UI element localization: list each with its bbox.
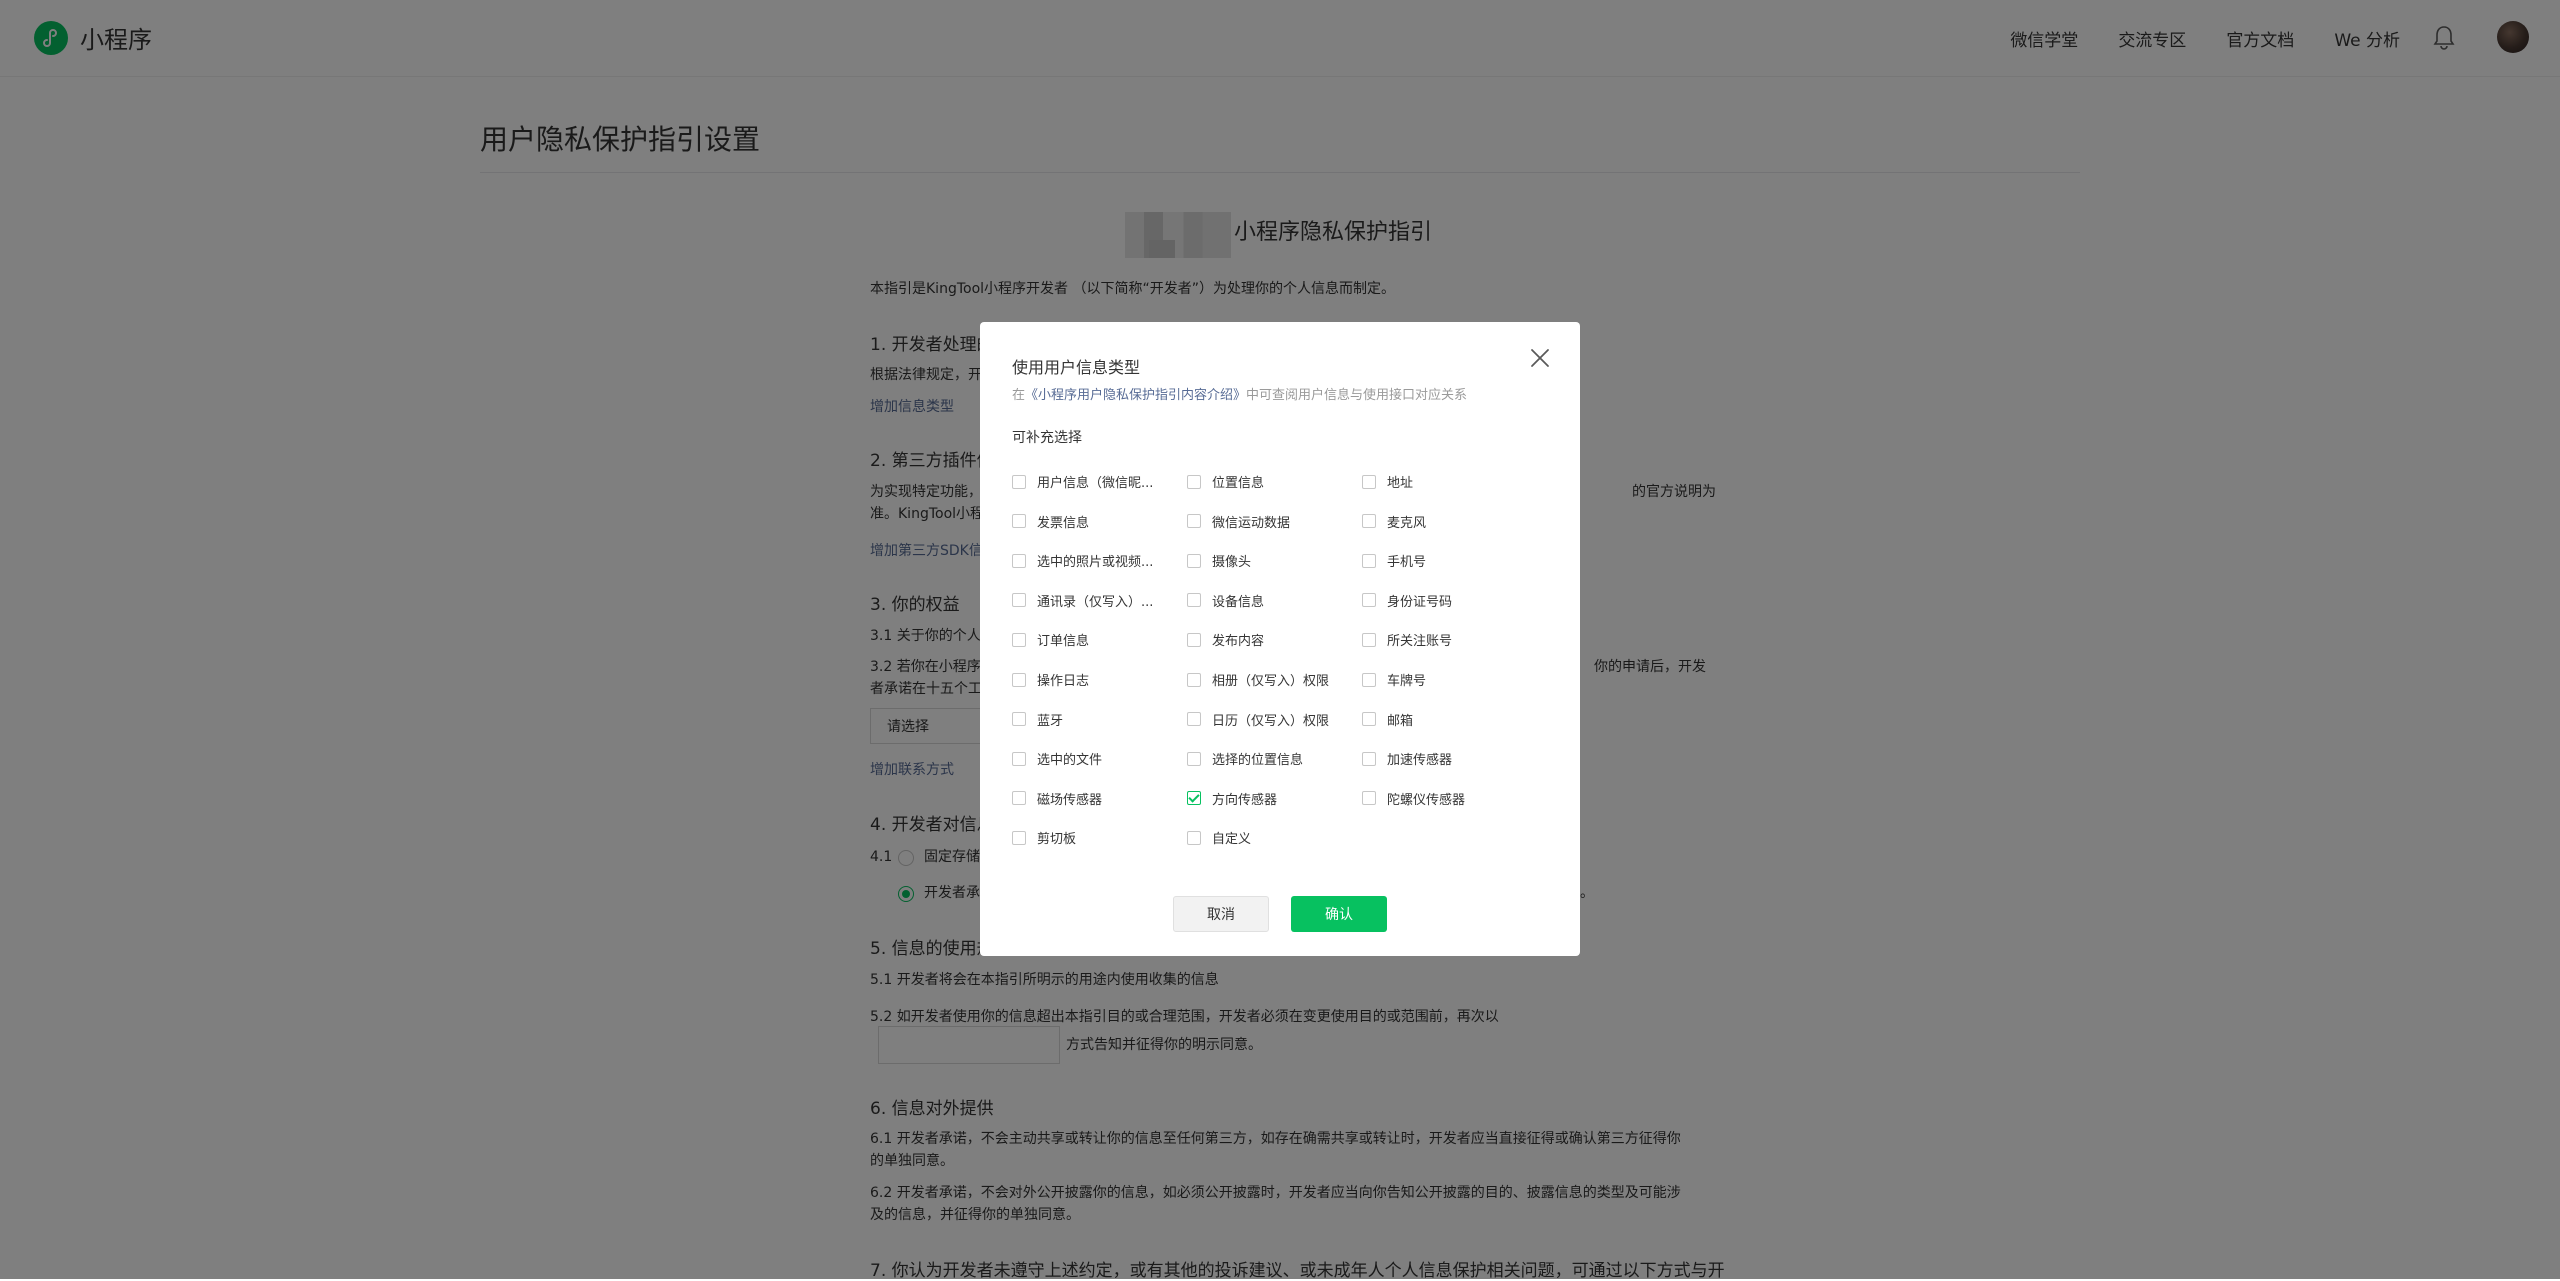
info-type-option[interactable]: 手机号 (1362, 551, 1426, 570)
option-label: 操作日志 (1037, 674, 1090, 689)
info-type-option[interactable]: 发布内容 (1187, 630, 1264, 649)
checkbox[interactable] (1012, 712, 1026, 727)
option-label: 自定义 (1212, 832, 1252, 848)
info-type-option[interactable]: 方向传感器 (1187, 789, 1277, 808)
info-type-option[interactable]: 蓝牙 (1012, 710, 1063, 729)
checkbox[interactable] (1012, 830, 1026, 845)
option-label: 选择的位置信息 (1212, 753, 1304, 769)
info-type-option[interactable]: 通讯录（仅写入）... (1012, 591, 1153, 610)
checkbox[interactable] (1012, 474, 1026, 489)
checkbox[interactable] (1187, 593, 1201, 608)
privacy-guide-intro-link[interactable]: 《小程序用户隐私保护指引内容介绍》 (1025, 388, 1246, 403)
option-label: 车牌号 (1387, 674, 1427, 689)
close-icon[interactable] (1528, 346, 1552, 370)
confirm-button[interactable]: 确认 (1291, 896, 1387, 932)
info-type-option[interactable]: 选中的照片或视频... (1012, 551, 1153, 570)
option-label: 磁场传感器 (1037, 792, 1103, 808)
cancel-button[interactable]: 取消 (1173, 896, 1269, 932)
option-label: 相册（仅写入）权限 (1212, 674, 1330, 689)
info-type-option[interactable]: 剪切板 (1012, 828, 1076, 847)
checkbox[interactable] (1362, 474, 1376, 489)
checkbox[interactable] (1362, 632, 1376, 647)
checkbox[interactable] (1187, 751, 1201, 766)
info-type-option[interactable]: 设备信息 (1187, 591, 1264, 610)
info-type-option[interactable]: 磁场传感器 (1012, 789, 1102, 808)
desc-prefix: 在 (1012, 388, 1026, 403)
desc-suffix: 中可查阅用户信息与使用接口对应关系 (1246, 388, 1468, 403)
dialog-description: 在《小程序用户隐私保护指引内容介绍》中可查阅用户信息与使用接口对应关系 (1012, 384, 1467, 403)
info-type-option[interactable]: 加速传感器 (1362, 749, 1452, 768)
checkbox[interactable] (1012, 514, 1026, 529)
checkbox[interactable] (1362, 751, 1376, 766)
info-type-option[interactable]: 日历（仅写入）权限 (1187, 710, 1329, 729)
checkbox[interactable] (1012, 751, 1026, 766)
dialog-title: 使用用户信息类型 (1012, 358, 1141, 377)
option-label: 选中的文件 (1037, 753, 1103, 769)
checkbox[interactable] (1362, 553, 1376, 568)
checkbox[interactable] (1187, 712, 1201, 727)
option-label: 发票信息 (1037, 515, 1090, 531)
info-type-option[interactable]: 摄像头 (1187, 551, 1251, 570)
checkbox[interactable] (1187, 672, 1201, 687)
option-label: 蓝牙 (1037, 713, 1064, 729)
info-type-option[interactable]: 用户信息（微信昵... (1012, 472, 1153, 491)
option-label: 订单信息 (1037, 634, 1090, 650)
checkbox[interactable] (1187, 553, 1201, 568)
option-label: 陀螺仪传感器 (1387, 792, 1466, 808)
checkbox[interactable] (1187, 474, 1201, 489)
checkbox[interactable] (1362, 712, 1376, 727)
option-label: 身份证号码 (1387, 594, 1453, 610)
info-type-option[interactable]: 订单信息 (1012, 630, 1089, 649)
option-label: 通讯录（仅写入）... (1037, 594, 1154, 610)
checkbox[interactable] (1362, 593, 1376, 608)
info-type-option[interactable]: 发票信息 (1012, 512, 1089, 531)
info-type-option[interactable]: 自定义 (1187, 828, 1251, 847)
option-label: 用户信息（微信昵... (1037, 476, 1154, 491)
info-type-option[interactable]: 麦克风 (1362, 512, 1426, 531)
info-type-option[interactable]: 选中的文件 (1012, 749, 1102, 768)
option-label: 微信运动数据 (1212, 515, 1291, 531)
info-type-option[interactable]: 选择的位置信息 (1187, 749, 1303, 768)
checkbox[interactable] (1187, 632, 1201, 647)
info-type-option[interactable]: 邮箱 (1362, 710, 1413, 729)
checkbox[interactable] (1362, 514, 1376, 529)
option-label: 加速传感器 (1387, 753, 1453, 769)
info-type-option[interactable]: 操作日志 (1012, 670, 1089, 689)
info-type-option[interactable]: 位置信息 (1187, 472, 1264, 491)
checkbox[interactable] (1187, 514, 1201, 529)
option-label: 邮箱 (1387, 713, 1414, 729)
checkbox[interactable] (1012, 672, 1026, 687)
checkbox-checked[interactable] (1187, 791, 1201, 806)
checkbox[interactable] (1012, 593, 1026, 608)
option-label: 发布内容 (1212, 634, 1265, 650)
option-label: 所关注账号 (1387, 634, 1453, 650)
info-type-dialog: 使用用户信息类型 在《小程序用户隐私保护指引内容介绍》中可查阅用户信息与使用接口… (980, 322, 1580, 956)
info-type-option[interactable]: 车牌号 (1362, 670, 1426, 689)
option-label: 剪切板 (1037, 832, 1077, 848)
option-label: 设备信息 (1212, 594, 1265, 610)
optional-selection-label: 可补充选择 (1012, 430, 1082, 446)
option-label: 地址 (1387, 476, 1414, 491)
info-type-option[interactable]: 陀螺仪传感器 (1362, 789, 1465, 808)
info-type-option[interactable]: 微信运动数据 (1187, 512, 1290, 531)
option-label: 日历（仅写入）权限 (1212, 713, 1330, 729)
info-type-option[interactable]: 相册（仅写入）权限 (1187, 670, 1329, 689)
checkbox[interactable] (1362, 791, 1376, 806)
option-label: 位置信息 (1212, 476, 1265, 491)
checkbox[interactable] (1012, 632, 1026, 647)
checkbox[interactable] (1187, 830, 1201, 845)
option-label: 手机号 (1387, 555, 1427, 571)
info-type-option[interactable]: 地址 (1362, 472, 1413, 491)
info-type-option[interactable]: 所关注账号 (1362, 630, 1452, 649)
option-label: 摄像头 (1212, 555, 1252, 571)
checkbox[interactable] (1012, 553, 1026, 568)
info-type-option[interactable]: 身份证号码 (1362, 591, 1452, 610)
option-label: 方向传感器 (1212, 792, 1278, 808)
option-label: 麦克风 (1387, 515, 1427, 531)
checkbox[interactable] (1012, 791, 1026, 806)
checkbox[interactable] (1362, 672, 1376, 687)
option-label: 选中的照片或视频... (1037, 555, 1154, 571)
